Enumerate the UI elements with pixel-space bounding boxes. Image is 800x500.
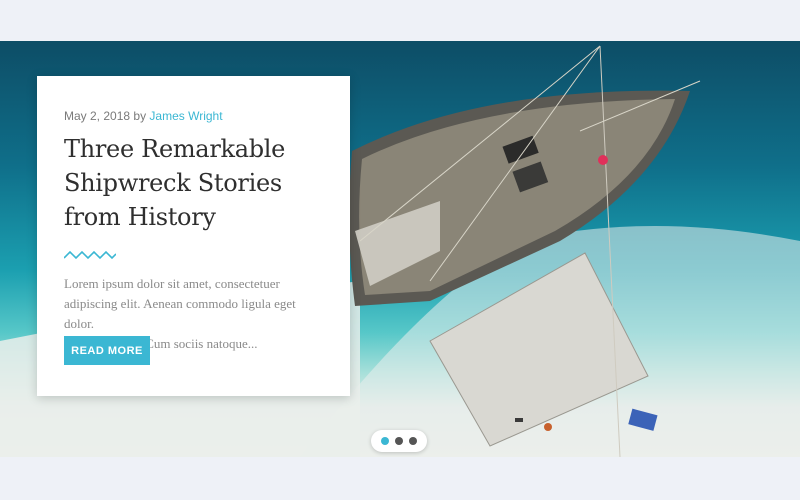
read-more-button[interactable]: READ MORE xyxy=(64,336,150,365)
slider-dot-3[interactable] xyxy=(409,437,417,445)
post-title-line: Shipwreck Stories xyxy=(64,169,282,197)
excerpt-line: Lorem ipsum dolor sit amet, consectetuer xyxy=(64,276,280,291)
post-meta: May 2, 2018 by James Wright xyxy=(64,108,323,124)
post-by: by xyxy=(133,109,147,123)
author-link[interactable]: James Wright xyxy=(149,109,222,123)
slider-dot-2[interactable] xyxy=(395,437,403,445)
slider-dot-1[interactable] xyxy=(381,437,389,445)
post-title-line: from History xyxy=(64,203,216,231)
post-date: May 2, 2018 xyxy=(64,109,131,123)
slider-pagination xyxy=(371,430,427,452)
post-title[interactable]: Three Remarkable Shipwreck Stories from … xyxy=(64,132,323,234)
post-card: May 2, 2018 by James Wright Three Remark… xyxy=(37,76,350,396)
post-title-line: Three Remarkable xyxy=(64,135,286,163)
excerpt-line: adipiscing elit. Aenean commodo ligula e… xyxy=(64,296,296,331)
zigzag-divider-icon xyxy=(64,250,116,260)
